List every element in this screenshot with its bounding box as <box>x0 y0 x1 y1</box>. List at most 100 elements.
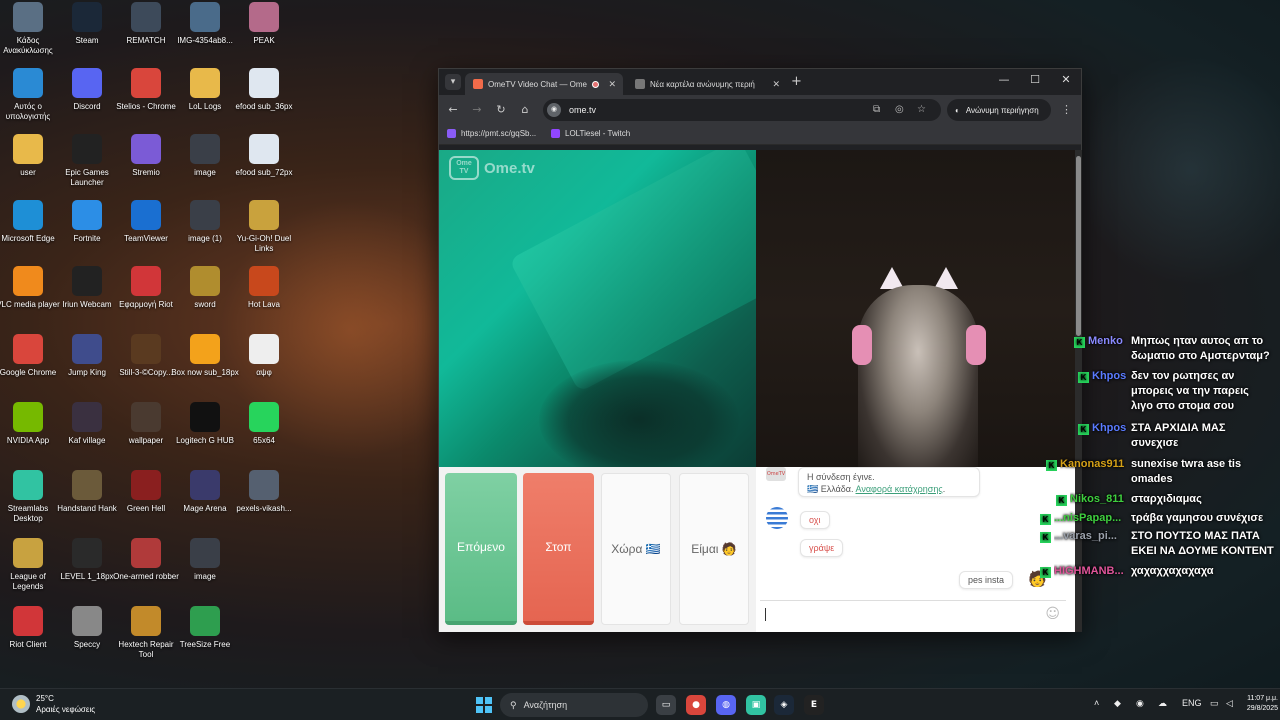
desktop-icon[interactable]: sword <box>171 266 239 310</box>
taskbar-search[interactable]: ⚲ Αναζήτηση <box>500 693 648 717</box>
minimize-icon[interactable]: — <box>993 73 1015 86</box>
desktop-icon[interactable]: Green Hell <box>112 470 180 514</box>
translate-icon[interactable]: ⧉ <box>873 104 880 115</box>
desktop-icon[interactable]: Handstand Hank <box>53 470 121 514</box>
eye-off-icon[interactable]: ◎ <box>895 104 904 115</box>
desktop-icon[interactable]: Kaf village <box>53 402 121 446</box>
chrome-icon[interactable]: ● <box>686 695 706 715</box>
stop-button[interactable]: Στοπ <box>523 473 594 625</box>
desktop-icon[interactable]: image <box>171 134 239 178</box>
desktop-icon[interactable]: Discord <box>53 68 121 112</box>
windows-start-icon[interactable] <box>476 697 492 713</box>
back-icon[interactable]: ← <box>445 103 461 116</box>
desktop-icon[interactable]: Epic Games Launcher <box>53 134 121 188</box>
tab-ometv[interactable]: OmeTV Video Chat — Ome ✕ <box>465 73 623 95</box>
chat-text-line: μπορεις να την παρεις <box>1131 385 1249 397</box>
maximize-icon[interactable]: ☐ <box>1024 73 1046 86</box>
desktop-icon[interactable]: Yu-Gi-Oh! Duel Links <box>230 200 298 254</box>
desktop-icon[interactable]: image <box>171 538 239 582</box>
stream-chat-message: K HIGHMANB... χαχαχχαχαχαχα <box>1040 564 1214 579</box>
chat-text-line: χαχαχχαχαχαχα <box>1131 565 1214 577</box>
desktop-icon[interactable]: Logitech G HUB <box>171 402 239 446</box>
desktop-icon[interactable]: TeamViewer <box>112 200 180 244</box>
desktop-icon[interactable]: PEAK <box>230 2 298 46</box>
desktop-icon[interactable]: LoL Logs <box>171 68 239 112</box>
desktop-icon[interactable]: Εφαρμογή Riot <box>112 266 180 310</box>
desktop-icon[interactable]: IMG-4354ab8... <box>171 2 239 46</box>
discord-icon[interactable]: ◍ <box>716 695 736 715</box>
desktop-icon[interactable]: wallpaper <box>112 402 180 446</box>
image-file-icon <box>190 2 220 32</box>
ometv-favicon-icon <box>473 79 483 89</box>
desktop-icon[interactable]: TreeSize Free <box>171 606 239 650</box>
language-indicator[interactable]: ENG <box>1182 698 1202 708</box>
tray-icon[interactable]: ◉ <box>1136 698 1144 709</box>
clock[interactable]: 11:07 μ.μ. 29/8/2025 <box>1244 694 1278 714</box>
next-button[interactable]: Επόμενο <box>445 473 517 625</box>
chat-text: δεν τον ρωτησες αν μπορεις να την παρεις λ… <box>1131 369 1249 414</box>
volume-icon[interactable]: ◁ <box>1226 698 1233 709</box>
bookmark-star-icon[interactable]: ☆ <box>917 104 926 115</box>
chat-input[interactable]: ☺ <box>760 600 1066 628</box>
desktop-icon[interactable]: pexels-vikash... <box>230 470 298 514</box>
emoji-icon[interactable]: ☺ <box>1045 606 1060 622</box>
desktop-icon[interactable]: Steam <box>53 2 121 46</box>
country-button[interactable]: Χώρα 🇬🇷 <box>601 473 671 625</box>
streamlabs-icon[interactable]: ▣ <box>746 695 766 715</box>
desktop-icon[interactable]: Speccy <box>53 606 121 650</box>
desktop-icon[interactable]: Still-3-©Copy... <box>112 334 180 378</box>
steam-icon[interactable]: ◈ <box>774 695 794 715</box>
incognito-badge[interactable]: ◐ Ανώνυμη περιήγηση <box>947 99 1051 121</box>
desktop-icon[interactable]: αψφ <box>230 334 298 378</box>
desktop-icon[interactable]: Hot Lava <box>230 266 298 310</box>
app-tray-icon[interactable]: ◆ <box>1114 698 1121 709</box>
address-bar[interactable]: ◉ ome.tv <box>543 99 941 121</box>
desktop-icon[interactable]: Fortnite <box>53 200 121 244</box>
close-tab-icon[interactable]: ✕ <box>608 79 616 90</box>
desktop-icon[interactable]: REMATCH <box>112 2 180 46</box>
clock-date: 29/8/2025 <box>1246 705 1278 712</box>
desktop-icon[interactable]: LEVEL 1_18px <box>53 538 121 582</box>
toolbar: ← → ↻ ⌂ ◉ ome.tv ⧉ ◎ ☆ ◐ Ανώνυμη περιήγη… <box>439 95 1081 125</box>
fortnite-icon <box>72 200 102 230</box>
desktop-icon[interactable]: Hextech Repair Tool <box>112 606 180 660</box>
site-info-icon[interactable]: ◉ <box>547 103 561 117</box>
desktop-icon[interactable]: Stremio <box>112 134 180 178</box>
forward-icon[interactable]: → <box>469 103 485 116</box>
close-tab-icon[interactable]: ✕ <box>772 79 780 90</box>
scrollbar-thumb[interactable] <box>1076 156 1081 336</box>
clock-time: 11:07 μ.μ. <box>1247 695 1278 702</box>
control-buttons: Επόμενο Στοπ Χώρα 🇬🇷 Είμαι 🧑 <box>439 467 756 632</box>
menu-kebab-icon[interactable]: ⋮ <box>1061 103 1072 116</box>
desktop-icon[interactable]: Stelios - Chrome <box>112 68 180 112</box>
show-hidden-icons-icon[interactable]: ˄ <box>1094 698 1099 708</box>
desktop-icon[interactable]: image (1) <box>171 200 239 244</box>
onedrive-icon[interactable]: ☁ <box>1158 698 1167 709</box>
home-icon[interactable]: ⌂ <box>517 103 533 116</box>
vlc-icon <box>13 266 43 296</box>
weather-widget[interactable]: 25°C Αραιές νεφώσεις <box>12 693 95 715</box>
desktop-icon[interactable]: One-armed robber <box>112 538 180 582</box>
desktop-icon-label: sword <box>194 300 216 309</box>
desktop-icon[interactable]: Jump King <box>53 334 121 378</box>
tab-incognito-new[interactable]: Νέα καρτέλα ανώνυμης περιή ✕ <box>627 73 787 95</box>
epic-games-icon[interactable]: E <box>804 695 824 715</box>
network-icon[interactable]: ▭ <box>1210 698 1219 709</box>
bookmark-item[interactable]: LOLTiesel - Twitch <box>551 129 630 138</box>
desktop-icon[interactable]: Box now sub_18px <box>171 334 239 378</box>
report-abuse-link[interactable]: Αναφορά κατάχρησης <box>856 484 943 494</box>
tab-search-icon[interactable]: ▾ <box>445 74 461 90</box>
desktop-icon[interactable]: efood sub_72px <box>230 134 298 178</box>
ometv-logo: Ome TV Ome.tv <box>449 156 535 180</box>
task-view-icon[interactable]: ▭ <box>656 695 676 715</box>
chat-username: ...nisPapap... <box>1054 512 1122 524</box>
close-window-icon[interactable]: ✕ <box>1055 73 1077 86</box>
new-tab-icon[interactable]: + <box>791 74 802 89</box>
desktop-icon[interactable]: Mage Arena <box>171 470 239 514</box>
reload-icon[interactable]: ↻ <box>493 103 509 116</box>
desktop-icon[interactable]: Iriun Webcam <box>53 266 121 310</box>
desktop-icon[interactable]: 65x64 <box>230 402 298 446</box>
bookmark-item[interactable]: https://pmt.sc/gqSb... <box>447 129 536 138</box>
gender-button[interactable]: Είμαι 🧑 <box>679 473 749 625</box>
desktop-icon[interactable]: efood sub_36px <box>230 68 298 112</box>
